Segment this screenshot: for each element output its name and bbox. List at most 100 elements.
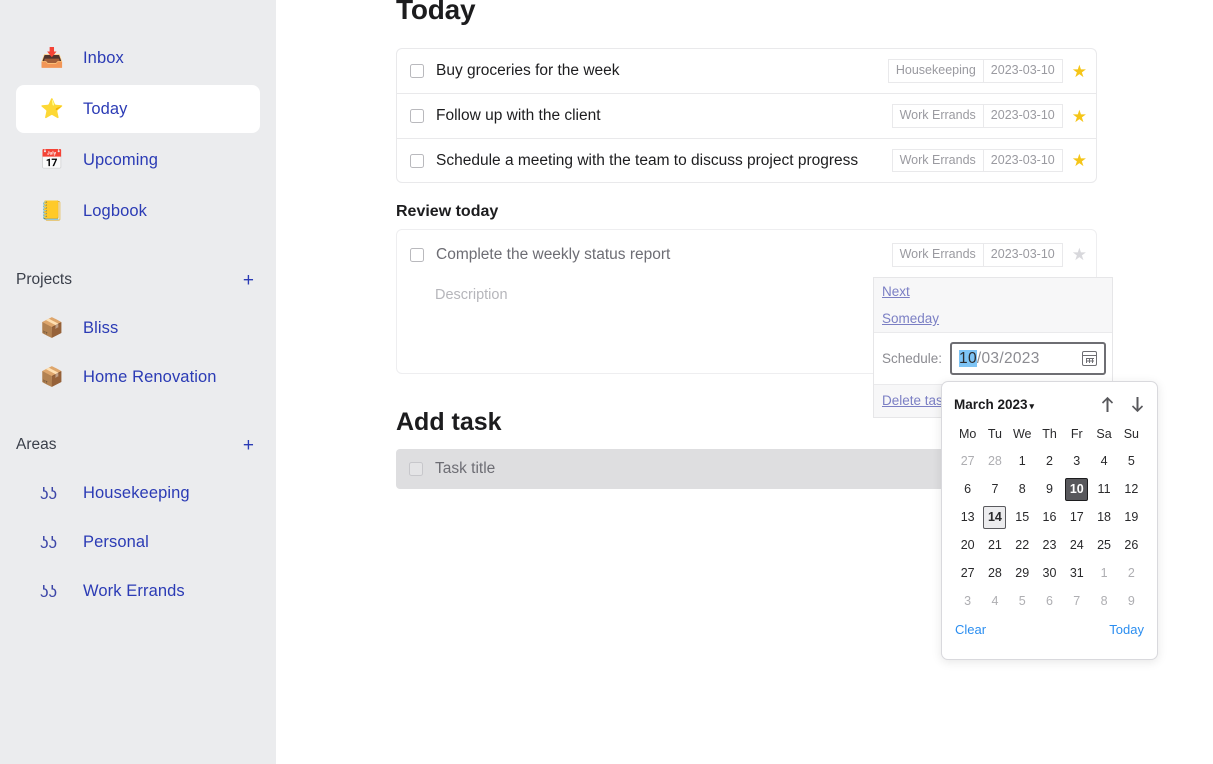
task-area-chip[interactable]: Housekeeping xyxy=(887,59,984,83)
add-task-checkbox[interactable] xyxy=(409,462,423,476)
sidebar-item-personal[interactable]: ʖʖ Personal xyxy=(16,519,260,565)
calendar-clear-button[interactable]: Clear xyxy=(955,622,986,637)
calendar-day[interactable]: 6 xyxy=(1038,590,1061,613)
notebook-icon: 📒 xyxy=(40,200,64,222)
calendar-day[interactable]: 3 xyxy=(956,590,979,613)
calendar-day[interactable]: 5 xyxy=(1011,590,1034,613)
sidebar-item-logbook[interactable]: 📒 Logbook xyxy=(16,187,260,235)
sidebar-item-label: Bliss xyxy=(83,318,119,337)
task-title[interactable]: Buy groceries for the week xyxy=(436,62,620,80)
calendar-day[interactable]: 25 xyxy=(1093,534,1116,557)
calendar-month-dropdown[interactable]: March 2023 ▾ xyxy=(954,397,1034,412)
calendar-day[interactable]: 17 xyxy=(1065,506,1088,529)
calendar-day[interactable]: 18 xyxy=(1093,506,1116,529)
calendar-weekday-row: Mo Tu We Th Fr Sa Su xyxy=(954,425,1145,447)
sidebar-item-home-renovation[interactable]: 📦 Home Renovation xyxy=(16,354,260,400)
schedule-label: Schedule: xyxy=(882,351,943,366)
calendar-day[interactable]: 9 xyxy=(1038,478,1061,501)
calendar-day[interactable]: 21 xyxy=(983,534,1006,557)
calendar-day[interactable]: 4 xyxy=(983,590,1006,613)
task-row[interactable]: Follow up with the client Work Errands 202… xyxy=(396,93,1097,138)
calendar-day[interactable]: 2 xyxy=(1038,450,1061,473)
task-row[interactable]: Schedule a meeting with the team to disc… xyxy=(396,138,1097,183)
sidebar-item-bliss[interactable]: 📦 Bliss xyxy=(16,305,260,351)
calendar-picker-icon[interactable] xyxy=(1082,351,1097,366)
task-title[interactable]: Schedule a meeting with the team to disc… xyxy=(436,152,858,170)
sidebar-item-inbox[interactable]: 📥 Inbox xyxy=(16,34,260,82)
add-task-input[interactable]: Task title xyxy=(435,460,495,478)
task-title[interactable]: Follow up with the client xyxy=(436,107,601,125)
calendar-day[interactable]: 10 xyxy=(1065,477,1089,501)
calendar-day[interactable]: 26 xyxy=(1120,534,1143,557)
arrow-up-icon[interactable] xyxy=(1100,396,1115,413)
calendar-day[interactable]: 1 xyxy=(1011,450,1034,473)
calendar-day[interactable]: 15 xyxy=(1011,506,1034,529)
schedule-date-input[interactable]: 10/03/2023 xyxy=(950,342,1106,375)
task-star-icon[interactable]: ★ xyxy=(1072,108,1087,125)
calendar-day[interactable]: 28 xyxy=(983,562,1006,585)
sidebar-item-upcoming[interactable]: 📅 Upcoming xyxy=(16,136,260,184)
calendar-day[interactable]: 9 xyxy=(1120,590,1143,613)
task-area-chip[interactable]: Work Errands xyxy=(891,148,984,173)
calendar-day[interactable]: 20 xyxy=(956,534,979,557)
task-area-chip[interactable]: Work Errands xyxy=(891,104,984,128)
calendar-day[interactable]: 30 xyxy=(1038,562,1061,585)
task-detail-star-icon[interactable]: ★ xyxy=(1072,246,1087,263)
calendar-day-cell: 18 xyxy=(1090,503,1117,531)
task-checkbox[interactable] xyxy=(410,153,424,168)
date-picker-calendar: March 2023 ▾ Mo Tu We Th Fr Sa Su 27 28 1 2 3 4 5 6 7 8 9… xyxy=(941,381,1158,660)
calendar-day[interactable]: 31 xyxy=(1065,562,1088,585)
calendar-day[interactable]: 7 xyxy=(983,478,1006,501)
calendar-day[interactable]: 27 xyxy=(956,450,979,473)
task-detail-checkbox[interactable] xyxy=(410,247,424,262)
calendar-day[interactable]: 6 xyxy=(956,478,979,501)
task-detail-title[interactable]: Complete the weekly status report xyxy=(436,246,670,264)
add-area-button[interactable]: + xyxy=(243,436,254,455)
calendar-day[interactable]: 12 xyxy=(1120,478,1143,501)
areas-title: Areas xyxy=(16,436,57,453)
schedule-someday-link[interactable]: Someday xyxy=(874,305,1112,332)
calendar-weekday: Su xyxy=(1123,427,1139,441)
task-checkbox[interactable] xyxy=(410,109,424,123)
task-star-icon[interactable]: ★ xyxy=(1072,152,1087,169)
sidebar-item-work-errands[interactable]: ʖʖ Work Errands xyxy=(16,568,260,614)
inbox-tray-icon: 📥 xyxy=(40,47,64,69)
calendar-day-cell: 7 xyxy=(981,475,1008,503)
arrow-down-icon[interactable] xyxy=(1130,396,1145,413)
calendar-day[interactable]: 8 xyxy=(1011,478,1034,501)
calendar-day[interactable]: 23 xyxy=(1038,534,1061,557)
schedule-next-link[interactable]: Next xyxy=(874,278,1112,305)
task-date-chip[interactable]: 2023-03-10 xyxy=(983,148,1063,173)
calendar-day[interactable]: 16 xyxy=(1038,506,1061,529)
calendar-day[interactable]: 5 xyxy=(1120,450,1143,473)
calendar-day[interactable]: 7 xyxy=(1065,590,1088,613)
calendar-day[interactable]: 24 xyxy=(1065,534,1088,557)
calendar-day[interactable]: 4 xyxy=(1093,450,1116,473)
calendar-day[interactable]: 28 xyxy=(983,450,1006,473)
sidebar-item-today[interactable]: ⭐ Today xyxy=(16,85,260,133)
calendar-day[interactable]: 11 xyxy=(1093,478,1116,501)
calendar-day[interactable]: 14 xyxy=(983,505,1007,529)
sidebar-item-housekeeping[interactable]: ʖʖ Housekeeping xyxy=(16,470,260,516)
task-row[interactable]: Buy groceries for the week Housekeeping 20… xyxy=(396,48,1097,93)
calendar-day-cell: 5 xyxy=(1118,447,1145,475)
calendar-day[interactable]: 27 xyxy=(956,562,979,585)
calendar-today-button[interactable]: Today xyxy=(1109,622,1144,637)
task-date-chip[interactable]: 2023-03-10 xyxy=(983,59,1063,83)
task-detail-area-chip[interactable]: Work Errands xyxy=(891,243,984,267)
task-star-icon[interactable]: ★ xyxy=(1072,63,1087,80)
calendar-day[interactable]: 8 xyxy=(1093,590,1116,613)
calendar-day[interactable]: 13 xyxy=(956,506,979,529)
task-detail-date-chip[interactable]: 2023-03-10 xyxy=(983,243,1063,267)
calendar-day[interactable]: 3 xyxy=(1065,450,1088,473)
page-title: Today xyxy=(396,0,476,25)
task-date-chip[interactable]: 2023-03-10 xyxy=(983,104,1063,128)
calendar-day-cell: 13 xyxy=(954,503,981,531)
calendar-day[interactable]: 1 xyxy=(1093,562,1116,585)
add-project-button[interactable]: + xyxy=(243,271,254,290)
calendar-day[interactable]: 29 xyxy=(1011,562,1034,585)
calendar-day[interactable]: 19 xyxy=(1120,506,1143,529)
calendar-day[interactable]: 2 xyxy=(1120,562,1143,585)
task-checkbox[interactable] xyxy=(410,64,424,78)
calendar-day[interactable]: 22 xyxy=(1011,534,1034,557)
